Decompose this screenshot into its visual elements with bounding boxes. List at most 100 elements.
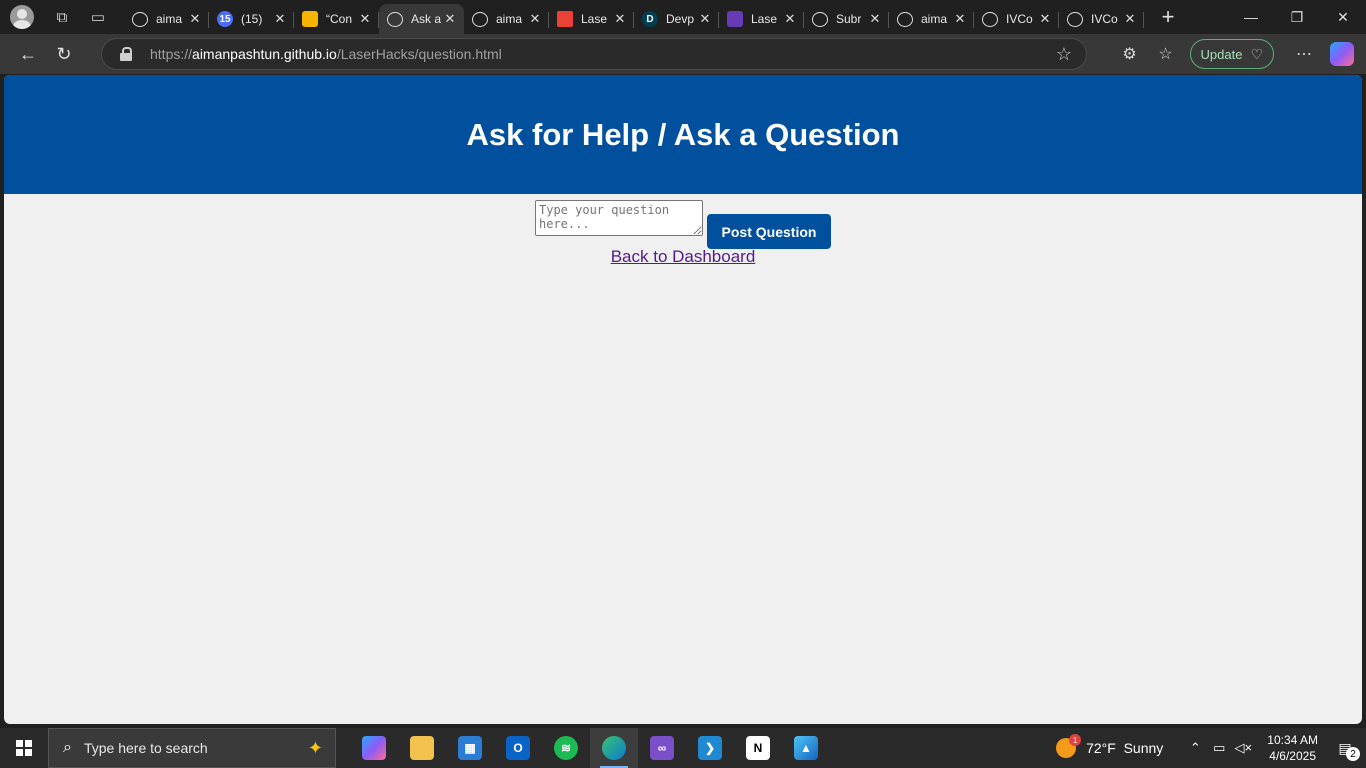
refresh-icon[interactable]: ↻: [46, 38, 82, 70]
update-label: Update: [1200, 46, 1243, 62]
vscode-app[interactable]: ❯: [686, 728, 734, 768]
close-tab-icon[interactable]: ✕: [442, 11, 458, 27]
profile-avatar[interactable]: [10, 5, 34, 29]
close-tab-icon[interactable]: ✕: [952, 11, 968, 27]
outlook-icon: O: [506, 736, 530, 760]
globe-icon: [982, 11, 998, 27]
tab-label: Lase: [581, 12, 608, 26]
outlook-app[interactable]: O: [494, 728, 542, 768]
minimize-icon[interactable]: —: [1228, 0, 1274, 34]
browser-tab[interactable]: Lase ✕: [549, 4, 634, 34]
close-tab-icon[interactable]: ✕: [1122, 11, 1138, 27]
extensions-icon[interactable]: ⚙: [1112, 38, 1148, 70]
back-to-dashboard-link[interactable]: Back to Dashboard: [611, 247, 756, 266]
store-icon: ▦: [458, 736, 482, 760]
browser-tab[interactable]: D Devp ✕: [634, 4, 719, 34]
tab-label: Ask a: [411, 12, 442, 26]
browser-tab[interactable]: aima ✕: [464, 4, 549, 34]
browser-tab[interactable]: 15 (15) ✕: [209, 4, 294, 34]
browser-tab[interactable]: aima ✕: [889, 4, 974, 34]
globe-icon: [1067, 11, 1083, 27]
close-tab-icon[interactable]: ✕: [867, 11, 883, 27]
sun-icon: 1: [1056, 734, 1082, 758]
close-tab-icon[interactable]: ✕: [697, 11, 713, 27]
back-link-container: Back to Dashboard: [4, 247, 1362, 267]
slides-icon: [302, 11, 318, 27]
start-button[interactable]: [0, 728, 48, 768]
spotify-app[interactable]: ≋: [542, 728, 590, 768]
tab-label: Subr: [836, 12, 862, 26]
notification-icon[interactable]: ▤ 2: [1330, 733, 1360, 763]
lock-icon[interactable]: [120, 47, 132, 61]
taskbar-apps: ▦ O ≋ ∞ ❯ N ▲: [350, 728, 830, 768]
github-icon: [472, 11, 488, 27]
browser-tab[interactable]: “Con ✕: [294, 4, 379, 34]
question-form: Post Question: [535, 200, 831, 249]
restore-icon[interactable]: ❐: [1274, 0, 1320, 34]
close-tab-icon[interactable]: ✕: [187, 11, 203, 27]
weather-widget[interactable]: 1 72°F Sunny: [1056, 734, 1164, 758]
address-bar[interactable]: https://aimanpashtun.github.io/LaserHack…: [101, 38, 1087, 70]
photos-app[interactable]: ▲: [782, 728, 830, 768]
new-tab-button[interactable]: +: [1150, 2, 1186, 32]
heartbeat-icon: ♡: [1250, 45, 1263, 62]
tab-label: aima: [156, 12, 183, 26]
edge-icon: [602, 736, 626, 760]
back-icon[interactable]: ←: [10, 38, 46, 70]
notion-app[interactable]: N: [734, 728, 782, 768]
close-tab-icon[interactable]: ✕: [1037, 11, 1053, 27]
tab-label: Lase: [751, 12, 778, 26]
volume-muted-icon[interactable]: ◁×: [1231, 740, 1255, 756]
page-title: Ask for Help / Ask a Question: [466, 116, 900, 152]
close-tab-icon[interactable]: ✕: [782, 11, 798, 27]
close-window-icon[interactable]: ✕: [1320, 0, 1366, 34]
favorite-star-icon[interactable]: ☆: [1056, 44, 1072, 65]
browser-tab[interactable]: IVCo ✕: [974, 4, 1059, 34]
sparkle-icon[interactable]: ✦: [308, 738, 323, 759]
weather-desc: Sunny: [1123, 740, 1164, 756]
spotify-icon: ≋: [554, 736, 578, 760]
copilot-icon[interactable]: [1330, 42, 1354, 66]
weather-temp: 72°F: [1086, 740, 1116, 756]
visual-studio-app[interactable]: ∞: [638, 728, 686, 768]
tab-label: IVCo: [1006, 12, 1033, 26]
store-app[interactable]: ▦: [446, 728, 494, 768]
file-explorer-app[interactable]: [398, 728, 446, 768]
taskbar-search[interactable]: ⌕ Type here to search ✦: [48, 728, 336, 768]
url-text[interactable]: https://aimanpashtun.github.io/LaserHack…: [150, 46, 502, 62]
windows-icon: [16, 740, 32, 756]
browser-navbar: ← ↻ https://aimanpashtun.github.io/Laser…: [0, 34, 1366, 74]
browser-tab[interactable]: aima ✕: [124, 4, 209, 34]
browser-tab[interactable]: Ask a ✕: [379, 4, 464, 34]
edge-app[interactable]: [590, 728, 638, 768]
copilot-app[interactable]: [350, 728, 398, 768]
update-button[interactable]: Update ♡: [1189, 39, 1274, 69]
question-input[interactable]: [535, 200, 703, 236]
browser-titlebar: ⧉ ▭ aima ✕ 15 (15) ✕ “Con ✕ Ask a ✕ aima ✕ Lase ✕ D De…: [0, 0, 1366, 34]
tab-label: Devp: [666, 12, 695, 26]
clock[interactable]: 10:34 AM 4/6/2025: [1267, 732, 1318, 764]
workspaces-icon[interactable]: ⧉: [44, 2, 80, 32]
more-menu-icon[interactable]: ⋯: [1286, 38, 1322, 70]
close-tab-icon[interactable]: ✕: [272, 11, 288, 27]
browser-tab[interactable]: Subr ✕: [804, 4, 889, 34]
tab-label: IVCo: [1091, 12, 1118, 26]
vscode-icon: ❯: [698, 736, 722, 760]
tab-label: aima: [496, 12, 523, 26]
close-tab-icon[interactable]: ✕: [527, 11, 543, 27]
post-question-button[interactable]: Post Question: [707, 214, 831, 249]
browser-tab[interactable]: Lase ✕: [719, 4, 804, 34]
close-tab-icon[interactable]: ✕: [612, 11, 628, 27]
chevron-up-icon[interactable]: ⌃: [1183, 740, 1207, 756]
battery-icon[interactable]: ▭: [1207, 740, 1231, 756]
tab-actions-icon[interactable]: ▭: [80, 2, 116, 32]
page-header: Ask for Help / Ask a Question: [4, 75, 1362, 194]
favorites-icon[interactable]: ☆: [1148, 38, 1184, 70]
browser-tab[interactable]: IVCo ✕: [1059, 4, 1144, 34]
tab-badge-icon: 15: [217, 11, 233, 27]
clock-date: 4/6/2025: [1269, 749, 1316, 763]
notion-icon: N: [746, 736, 770, 760]
tab-strip: aima ✕ 15 (15) ✕ “Con ✕ Ask a ✕ aima ✕ Lase ✕ D Devp ✕ L…: [124, 0, 1144, 34]
gmail-icon: [557, 11, 573, 27]
close-tab-icon[interactable]: ✕: [357, 11, 373, 27]
